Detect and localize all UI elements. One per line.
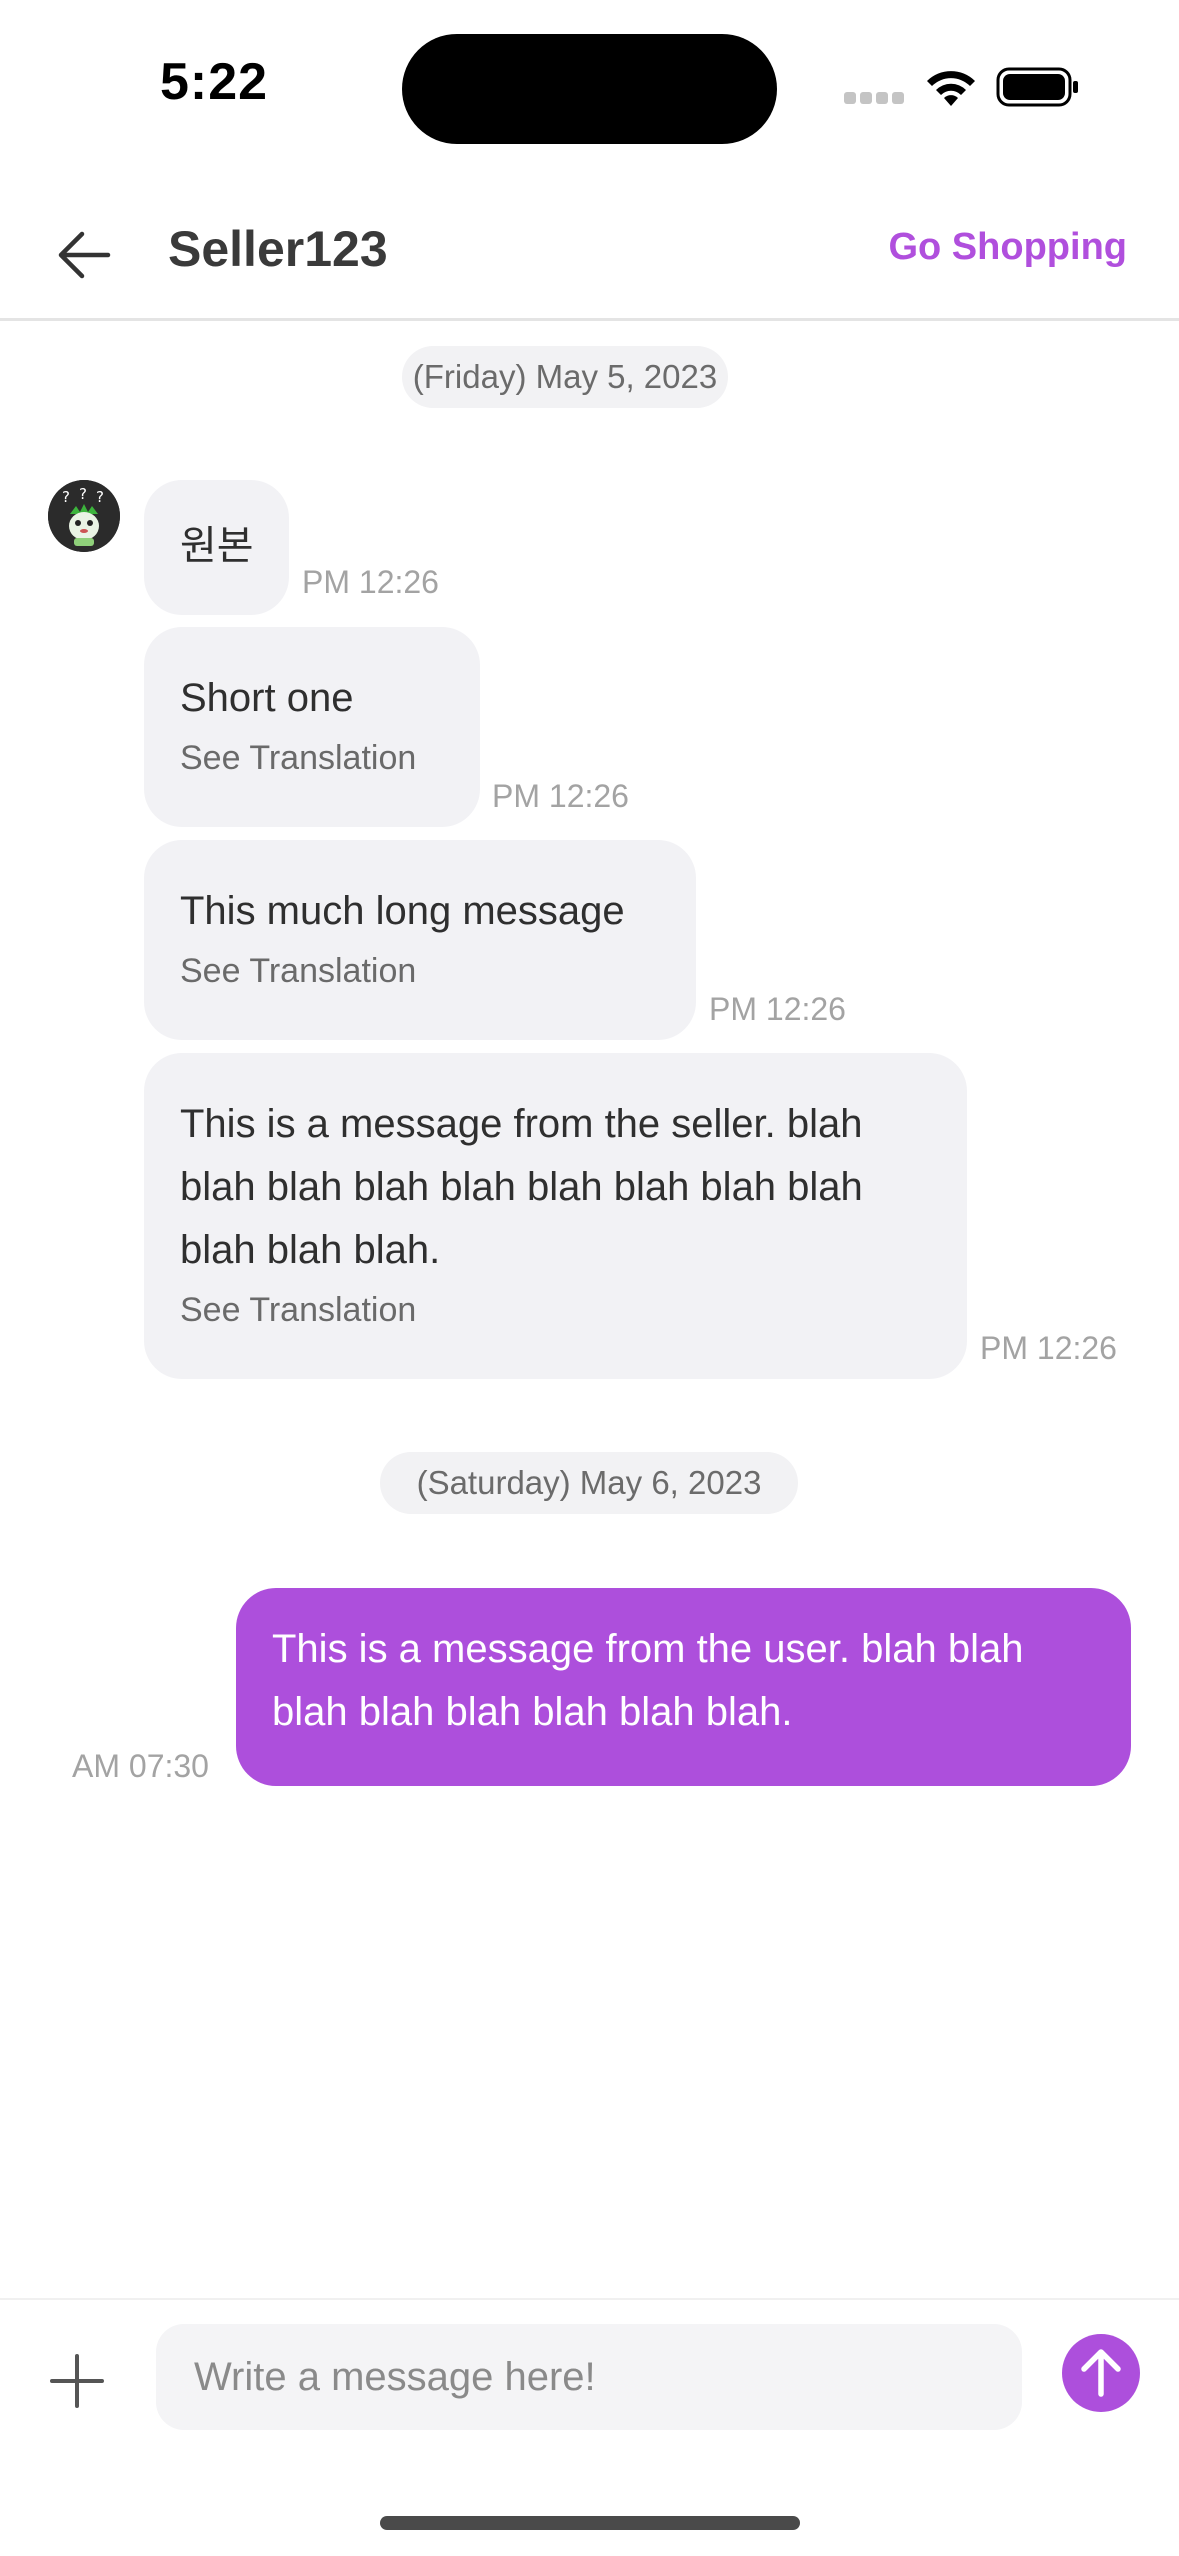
send-button[interactable] xyxy=(1062,2334,1140,2412)
go-shopping-button[interactable]: Go Shopping xyxy=(888,226,1127,269)
message-time: AM 07:30 xyxy=(72,1748,209,1784)
attach-button[interactable] xyxy=(42,2346,112,2416)
message-time: PM 12:26 xyxy=(709,991,846,1027)
message-bubble-seller[interactable]: Short one See Translation xyxy=(144,627,480,827)
date-separator: (Friday) May 5, 2023 xyxy=(402,346,728,408)
battery-icon xyxy=(996,67,1078,107)
message-text: Short one xyxy=(180,676,354,720)
message-time: PM 12:26 xyxy=(980,1330,1117,1366)
status-bar: 5:22 xyxy=(0,0,1179,180)
svg-text:?: ? xyxy=(62,488,70,506)
see-translation-link[interactable]: See Translation xyxy=(180,738,444,778)
status-time: 5:22 xyxy=(160,53,269,111)
message-text: This much long message xyxy=(180,889,625,933)
svg-text:?: ? xyxy=(96,488,104,506)
message-bubble-seller[interactable]: This much long message See Translation xyxy=(144,840,696,1040)
message-composer xyxy=(0,2298,1179,2450)
arrow-up-icon xyxy=(1081,2349,1121,2397)
cellular-signal-icon xyxy=(844,92,904,106)
message-time: PM 12:26 xyxy=(302,564,439,600)
see-translation-link[interactable]: See Translation xyxy=(180,951,660,991)
message-bubble-seller[interactable]: 원본 xyxy=(144,480,289,615)
plus-icon xyxy=(50,2354,104,2408)
back-button[interactable] xyxy=(50,220,120,290)
message-bubble-seller[interactable]: This is a message from the seller. blah … xyxy=(144,1053,967,1379)
home-indicator xyxy=(380,2516,800,2530)
message-time: PM 12:26 xyxy=(492,778,629,814)
message-input[interactable] xyxy=(156,2324,1022,2430)
dynamic-island xyxy=(402,34,777,144)
chat-title: Seller123 xyxy=(168,221,388,277)
chat-header: Seller123 Go Shopping xyxy=(0,180,1179,321)
svg-text:?: ? xyxy=(79,485,87,503)
wifi-icon xyxy=(927,71,975,106)
arrow-left-icon xyxy=(58,231,111,279)
date-separator: (Saturday) May 6, 2023 xyxy=(380,1452,798,1514)
message-text: This is a message from the seller. blah … xyxy=(180,1102,863,1272)
message-text: 원본 xyxy=(180,524,254,568)
message-bubble-user[interactable]: This is a message from the user. blah bl… xyxy=(236,1588,1131,1786)
seller-avatar[interactable]: ? ? ? xyxy=(48,480,120,552)
see-translation-link[interactable]: See Translation xyxy=(180,1290,931,1330)
message-text: This is a message from the user. blah bl… xyxy=(272,1627,1024,1734)
